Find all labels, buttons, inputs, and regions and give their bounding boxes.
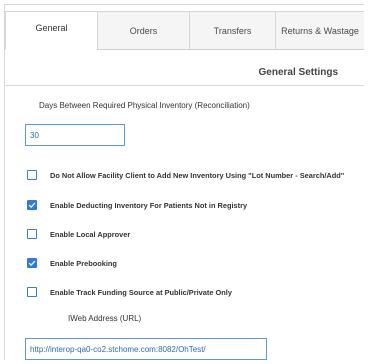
iweb-address-value: http://interop-qa0-co2.stchome.com:8082/… (30, 344, 206, 354)
checkbox-track-funding-source[interactable] (27, 287, 37, 297)
tab-returns-wastage[interactable]: Returns & Wastage (275, 11, 364, 49)
option-prebooking[interactable]: Enable Prebooking (27, 256, 117, 270)
option-track-funding-source[interactable]: Enable Track Funding Source at Public/Pr… (27, 285, 232, 299)
tab-orders[interactable]: Orders (97, 11, 189, 49)
section-header: General Settings (5, 63, 364, 86)
option-label: Enable Local Approver (50, 229, 131, 239)
checkbox-prebooking[interactable] (27, 258, 37, 268)
iweb-address-input[interactable]: http://interop-qa0-co2.stchome.com:8082/… (25, 338, 267, 360)
tab-transfers-label: Transfers (213, 25, 252, 36)
option-label: Enable Track Funding Source at Public/Pr… (50, 287, 232, 297)
days-between-inventory-input[interactable]: 30 (25, 124, 125, 146)
tab-transfers[interactable]: Transfers (189, 11, 275, 49)
option-label: Enable Deducting Inventory For Patients … (50, 200, 248, 210)
option-disallow-lot-number-add[interactable]: Do Not Allow Facility Client to Add New … (27, 168, 344, 182)
tab-general-label: General (35, 23, 68, 33)
option-label: Do Not Allow Facility Client to Add New … (50, 170, 345, 180)
iweb-address-label: IWeb Address (URL) (68, 314, 142, 323)
tab-returns-wastage-label: Returns & Wastage (281, 25, 359, 36)
settings-panel: General Orders Transfers Returns & Wasta… (4, 4, 364, 360)
days-between-inventory-label: Days Between Required Physical Inventory… (39, 101, 250, 110)
section-title: General Settings (258, 67, 338, 78)
checkmark-icon (28, 202, 36, 208)
checkmark-icon (28, 260, 36, 266)
checkbox-deducting-inventory-non-registry[interactable] (27, 200, 37, 210)
tab-bar: General Orders Transfers Returns & Wasta… (5, 11, 364, 50)
days-between-inventory-value: 30 (30, 130, 39, 140)
checkbox-local-approver[interactable] (27, 229, 37, 239)
option-label: Enable Prebooking (50, 258, 117, 268)
tab-general[interactable]: General (5, 11, 97, 50)
tab-orders-label: Orders (129, 25, 158, 36)
option-deducting-inventory-non-registry[interactable]: Enable Deducting Inventory For Patients … (27, 198, 247, 212)
option-local-approver[interactable]: Enable Local Approver (27, 227, 130, 241)
checkbox-disallow-lot-number-add[interactable] (27, 170, 37, 180)
